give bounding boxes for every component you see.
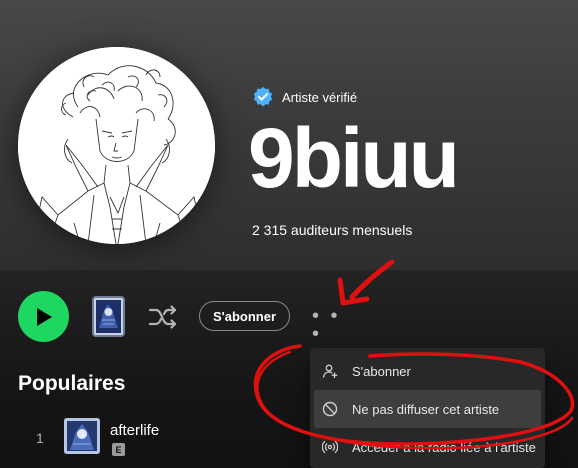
track-row[interactable]: 1 afterlife E — [0, 414, 310, 459]
menu-item-label: S'abonner — [352, 363, 411, 379]
artist-portrait-illustration — [18, 47, 215, 244]
preview-thumbnail-button[interactable] — [92, 296, 125, 337]
person-add-icon — [322, 364, 338, 378]
play-button[interactable] — [18, 291, 69, 342]
verified-label: Artiste vérifié — [282, 89, 358, 105]
release-thumbnail — [94, 298, 123, 335]
menu-item-label: Ne pas diffuser cet artiste — [352, 401, 500, 417]
block-icon — [322, 401, 338, 417]
artist-avatar — [18, 47, 215, 244]
artist-name: 9biuu — [248, 111, 460, 205]
track-title[interactable]: afterlife — [110, 422, 159, 439]
verified-artist-badge: Artiste vérifié — [252, 86, 357, 108]
menu-item-label: Accéder à la radio liée à l'artiste — [352, 439, 536, 455]
play-icon — [36, 307, 52, 326]
verified-check-icon — [253, 86, 273, 107]
popular-section-title: Populaires — [18, 372, 126, 395]
track-cover — [64, 418, 100, 454]
context-menu: S'abonner Ne pas diffuser cet artiste Ac… — [310, 348, 545, 468]
explicit-badge: E — [112, 443, 125, 456]
monthly-listeners: 2 315 auditeurs mensuels — [252, 222, 413, 238]
radio-icon — [322, 440, 338, 454]
more-options-button[interactable]: • • • — [312, 306, 342, 344]
menu-item-dont-play-artist[interactable]: Ne pas diffuser cet artiste — [314, 390, 541, 428]
menu-item-follow[interactable]: S'abonner — [310, 352, 545, 390]
track-cover-art — [64, 418, 100, 454]
shuffle-button[interactable] — [148, 304, 178, 330]
follow-button[interactable]: S'abonner — [199, 301, 290, 331]
menu-item-artist-radio[interactable]: Accéder à la radio liée à l'artiste — [310, 428, 545, 466]
shuffle-icon — [148, 305, 177, 329]
track-number: 1 — [36, 430, 44, 446]
